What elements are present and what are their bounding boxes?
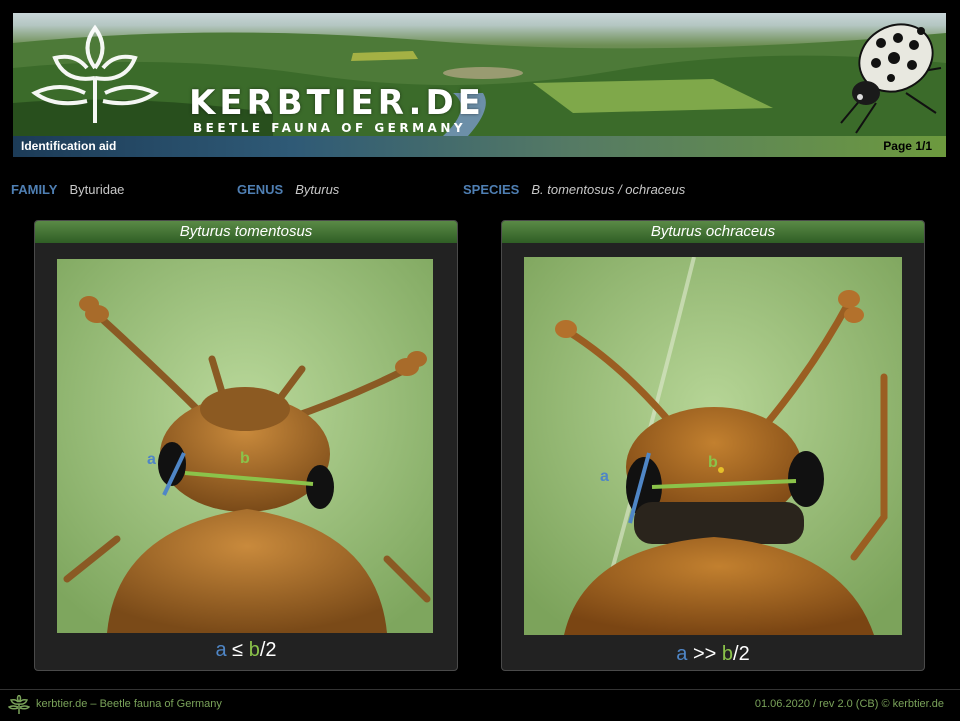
footer: kerbtier.de – Beetle fauna of Germany 01… bbox=[0, 689, 960, 721]
panel-title: Byturus ochraceus bbox=[502, 221, 924, 243]
footer-site-link[interactable]: kerbtier.de – Beetle fauna of Germany bbox=[36, 698, 222, 710]
family-field: FAMILY Byturidae bbox=[11, 182, 124, 197]
formula-tail: /2 bbox=[733, 643, 750, 665]
panel-byturus-ochraceus: Byturus ochraceus a b a >> b/2 bbox=[501, 220, 925, 671]
formula-b: b bbox=[248, 639, 260, 661]
panel-byturus-tomentosus: Byturus tomentosus a b a ≤ b/2 bbox=[34, 220, 458, 671]
species-value: B. tomentosus / ochraceus bbox=[531, 182, 686, 197]
label-a: a bbox=[600, 468, 609, 485]
formula-a: a bbox=[215, 639, 227, 661]
identification-aid-label: Identification aid bbox=[21, 139, 117, 153]
formula-operator: >> bbox=[687, 643, 722, 665]
header-banner: KERBTIER.DE BEETLE FAUNA OF GERMANY bbox=[13, 13, 946, 136]
beetle-photo-tomentosus: a b bbox=[57, 259, 433, 633]
site-logo-subtitle: BEETLE FAUNA OF GERMANY bbox=[193, 121, 467, 135]
species-key: SPECIES bbox=[463, 182, 520, 197]
genus-value: Byturus bbox=[295, 182, 340, 197]
panel-title: Byturus tomentosus bbox=[35, 221, 457, 243]
label-b: b bbox=[708, 454, 718, 471]
beetle-photo-ochraceus: a b bbox=[524, 257, 902, 635]
ratio-formula: a >> b/2 bbox=[502, 643, 924, 666]
formula-a: a bbox=[676, 643, 688, 665]
beetle-banner-image bbox=[840, 23, 942, 134]
formula-operator: ≤ bbox=[226, 639, 249, 661]
page-indicator: Page 1/1 bbox=[883, 139, 932, 153]
footer-revision: 01.06.2020 / rev 2.0 (CB) © kerbtier.de bbox=[754, 698, 944, 710]
label-b: b bbox=[240, 450, 250, 467]
family-value: Byturidae bbox=[69, 182, 125, 197]
species-field: SPECIES B. tomentosus / ochraceus bbox=[463, 182, 685, 197]
kerbtier-logo-icon bbox=[31, 24, 159, 123]
label-a: a bbox=[147, 451, 156, 468]
site-logo-title: KERBTIER.DE bbox=[189, 83, 485, 123]
formula-b: b bbox=[721, 643, 734, 665]
family-key: FAMILY bbox=[11, 182, 58, 197]
ratio-formula: a ≤ b/2 bbox=[35, 639, 457, 662]
formula-tail: /2 bbox=[259, 639, 277, 661]
genus-field: GENUS Byturus bbox=[237, 182, 339, 197]
kerbtier-logo-icon bbox=[8, 695, 30, 714]
genus-key: GENUS bbox=[237, 182, 284, 197]
identification-bar: Identification aid Page 1/1 bbox=[13, 136, 946, 157]
